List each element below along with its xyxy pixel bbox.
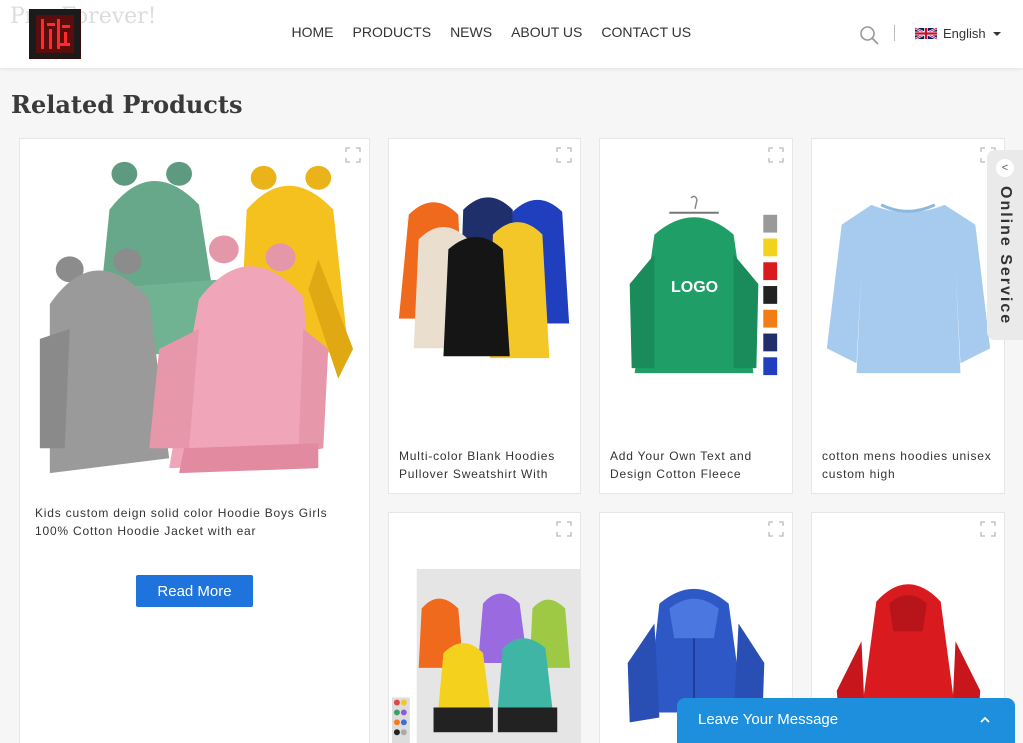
product-card[interactable]: LOGO Add Your Own Text and Design Cotton…: [599, 138, 793, 494]
product-name[interactable]: cotton mens hoodies unisex custom high: [822, 447, 997, 483]
section-title: Related Products: [11, 90, 243, 119]
main-nav: HOME PRODUCTS NEWS ABOUT US CONTACT US: [282, 24, 701, 40]
leave-message-label: Leave Your Message: [698, 711, 839, 728]
group-hoodies-image[interactable]: [389, 568, 580, 743]
kids-hoodies-image[interactable]: [20, 149, 369, 489]
site-logo[interactable]: [29, 9, 81, 59]
product-card[interactable]: [388, 512, 581, 743]
expand-icon[interactable]: [556, 521, 572, 537]
uk-flag-icon: [915, 27, 937, 40]
chevron-up-icon[interactable]: [979, 714, 991, 726]
logo-mark: [36, 15, 74, 53]
online-service-tab[interactable]: < Online Service: [987, 150, 1023, 340]
language-selector[interactable]: English: [915, 26, 1001, 41]
nav-about-us[interactable]: ABOUT US: [502, 24, 592, 40]
online-service-label: Online Service: [997, 186, 1014, 326]
header-divider: [894, 25, 895, 41]
logo-text: LOGO: [671, 279, 719, 296]
nav-contact-us[interactable]: CONTACT US: [592, 24, 701, 40]
chevron-left-icon: <: [996, 159, 1014, 177]
read-more-button[interactable]: Read More: [136, 575, 253, 607]
product-card[interactable]: cotton mens hoodies unisex custom high: [811, 138, 1005, 494]
expand-icon[interactable]: [768, 521, 784, 537]
language-label: English: [943, 26, 986, 41]
product-card-featured[interactable]: Kids custom deign solid color Hoodie Boy…: [19, 138, 370, 743]
nav-home[interactable]: HOME: [282, 24, 343, 40]
expand-icon[interactable]: [556, 147, 572, 163]
nav-news[interactable]: NEWS: [441, 24, 502, 40]
product-name[interactable]: Multi-color Blank Hoodies Pullover Sweat…: [399, 447, 574, 483]
product-card[interactable]: Multi-color Blank Hoodies Pullover Sweat…: [388, 138, 581, 494]
featured-product-name[interactable]: Kids custom deign solid color Hoodie Boy…: [35, 504, 360, 540]
multicolor-hoodies-image[interactable]: [389, 189, 580, 369]
product-name[interactable]: Add Your Own Text and Design Cotton Flee…: [610, 447, 785, 483]
search-icon[interactable]: [859, 25, 879, 45]
expand-icon[interactable]: [768, 147, 784, 163]
lightblue-sweatshirt-image[interactable]: [812, 199, 1004, 379]
expand-icon[interactable]: [980, 521, 996, 537]
site-header: Pr... Forever! HOME PRODUCTS NEWS ABOUT …: [0, 0, 1023, 68]
leave-message-bar[interactable]: Leave Your Message: [677, 698, 1015, 743]
chevron-down-icon: [992, 31, 1001, 36]
nav-products[interactable]: PRODUCTS: [343, 24, 441, 40]
